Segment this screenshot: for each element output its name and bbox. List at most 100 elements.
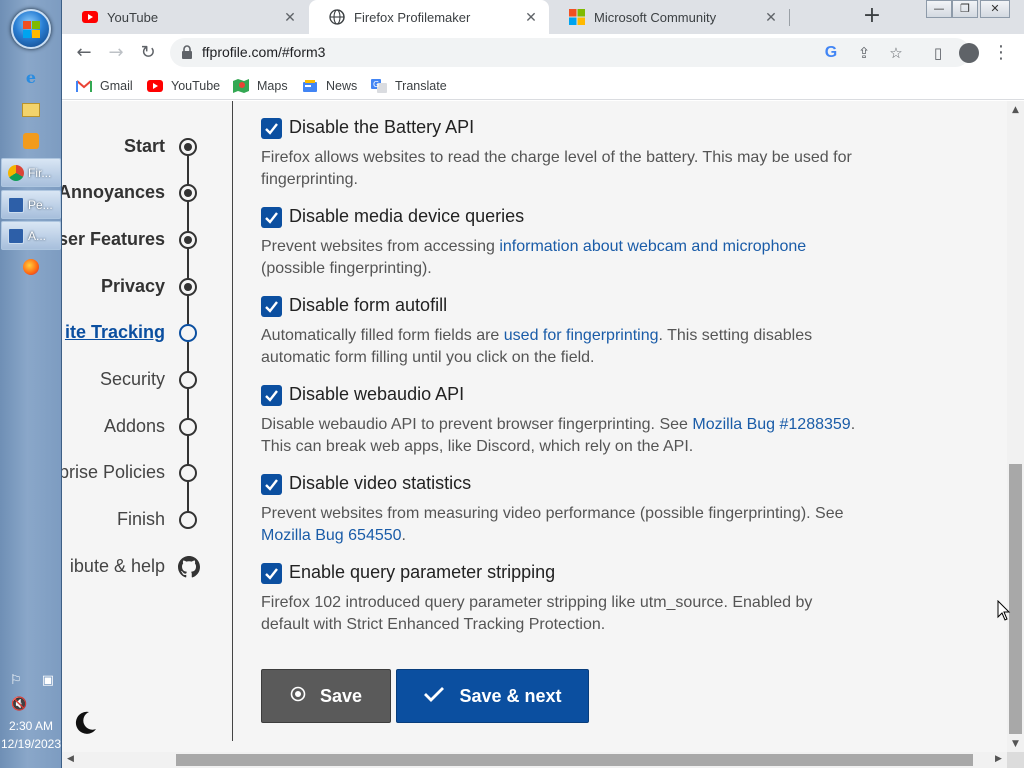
step-done-dot-icon — [179, 278, 197, 296]
save-and-next-button[interactable]: Save & next — [396, 669, 589, 723]
tab-microsoft-community[interactable]: Microsoft Community ✕ — [549, 0, 789, 34]
bookmark-maps[interactable]: Maps — [233, 76, 288, 96]
mozilla-bug-1288359-link[interactable]: Mozilla Bug #1288359 — [692, 416, 850, 433]
close-tab-icon[interactable]: ✕ — [282, 9, 298, 25]
step-todo-dot-icon — [179, 371, 197, 389]
option-description: Firefox 102 introduced query parameter s… — [261, 594, 813, 633]
checkbox-checked[interactable] — [261, 474, 282, 495]
bookmark-news[interactable]: News — [302, 76, 357, 96]
system-tray: ⚐ ▣ — [10, 673, 54, 691]
minimize-button[interactable]: — — [926, 0, 952, 18]
step-current-dot-icon — [179, 324, 197, 342]
bookmarks-bar: Gmail YouTube Maps News G Translate — [62, 72, 1024, 100]
step-browser-features[interactable]: ser Features — [62, 226, 233, 254]
scroll-down-arrow-icon[interactable]: ▼ — [1007, 739, 1024, 749]
internet-explorer-icon[interactable]: e — [18, 64, 44, 90]
dark-mode-moon-icon[interactable] — [72, 710, 98, 736]
option-title[interactable]: Enable query parameter stripping — [289, 562, 555, 583]
bookmark-translate[interactable]: G Translate — [371, 76, 447, 96]
clock-date[interactable]: 12/19/2023 — [0, 737, 62, 751]
address-bar[interactable]: ffprofile.com/#form3 G ⇪ ☆ — [170, 38, 970, 67]
firefox-icon[interactable] — [18, 254, 44, 280]
option-title[interactable]: Disable the Battery API — [289, 117, 474, 138]
start-button[interactable] — [11, 9, 51, 49]
step-done-dot-icon — [179, 138, 197, 156]
checkmark-icon — [265, 568, 278, 580]
url-text[interactable]: ffprofile.com/#form3 — [202, 44, 325, 60]
step-enterprise-policies[interactable]: prise Policies — [62, 459, 233, 487]
share-icon[interactable]: ⇪ — [854, 43, 874, 63]
close-window-button[interactable]: ✕ — [980, 0, 1010, 18]
checkmark-icon — [265, 479, 278, 491]
fingerprinting-link[interactable]: used for fingerprinting — [504, 327, 659, 344]
option-title[interactable]: Disable media device queries — [289, 206, 524, 227]
menu-kebab-icon[interactable]: ⋮ — [987, 39, 1015, 67]
vertical-scrollbar[interactable]: ▲ ▼ — [1007, 101, 1024, 752]
step-website-tracking[interactable]: ite Tracking — [62, 319, 233, 347]
webcam-microphone-info-link[interactable]: information about webcam and microphone — [499, 238, 806, 255]
scroll-right-arrow-icon[interactable]: ▶ — [990, 754, 1007, 764]
windows-taskbar: e Fir... Pe... A... ⚐ ▣ 🔇 2:30 AM 12/19/… — [0, 0, 62, 768]
checkbox-checked[interactable] — [261, 385, 282, 406]
step-start[interactable]: Start — [62, 133, 233, 161]
clock-time[interactable]: 2:30 AM — [0, 719, 62, 733]
new-tab-button[interactable]: + — [860, 5, 884, 29]
github-icon[interactable] — [178, 556, 200, 578]
close-tab-icon[interactable]: ✕ — [763, 9, 779, 25]
profile-avatar-icon[interactable] — [955, 39, 983, 67]
mozilla-bug-654550-link[interactable]: Mozilla Bug 654550 — [261, 527, 402, 544]
tab-title: Firefox Profilemaker — [354, 9, 471, 25]
firefox-icon — [329, 9, 345, 25]
volume-muted-icon[interactable]: 🔇 — [11, 697, 27, 712]
svg-text:G: G — [373, 80, 379, 89]
tab-firefox-profilemaker[interactable]: Firefox Profilemaker ✕ — [309, 0, 549, 34]
bookmark-youtube[interactable]: YouTube — [147, 76, 220, 96]
step-addons[interactable]: Addons — [62, 413, 233, 441]
google-lens-icon[interactable]: G — [821, 43, 841, 63]
step-todo-dot-icon — [179, 464, 197, 482]
option-description: Prevent websites from accessing informat… — [261, 238, 807, 277]
file-explorer-icon[interactable] — [18, 97, 44, 123]
horizontal-scrollbar[interactable]: ◀ ▶ — [62, 752, 1007, 768]
network-icon[interactable]: ▣ — [42, 673, 54, 691]
option-title[interactable]: Disable form autofill — [289, 295, 447, 316]
step-privacy[interactable]: Privacy — [62, 273, 233, 301]
tab-title: YouTube — [107, 9, 159, 25]
checkbox-checked[interactable] — [261, 207, 282, 228]
microsoft-icon — [569, 9, 585, 25]
tab-youtube[interactable]: YouTube ✕ — [62, 0, 308, 34]
option-title[interactable]: Disable video statistics — [289, 473, 471, 494]
bookmark-gmail[interactable]: Gmail — [76, 76, 133, 96]
scroll-left-arrow-icon[interactable]: ◀ — [62, 754, 79, 764]
option-description: Firefox allows websites to read the char… — [261, 149, 852, 188]
action-center-flag-icon[interactable]: ⚐ — [10, 673, 22, 691]
contribute-help-link[interactable]: ibute & help — [62, 553, 233, 581]
forward-arrow-icon[interactable]: → — [102, 39, 130, 67]
taskbar-item-window-2[interactable]: A... — [1, 221, 61, 250]
back-arrow-icon[interactable]: ← — [70, 39, 98, 67]
checkbox-checked[interactable] — [261, 563, 282, 584]
scroll-up-arrow-icon[interactable]: ▲ — [1007, 105, 1024, 115]
translate-icon: G — [371, 79, 387, 93]
step-security[interactable]: Security — [62, 366, 233, 394]
reload-icon[interactable]: ↻ — [134, 39, 162, 67]
taskbar-item-chrome[interactable]: Fir... — [1, 158, 61, 187]
step-annoyances[interactable]: Annoyances — [62, 179, 233, 207]
horizontal-scroll-thumb[interactable] — [176, 754, 973, 766]
windows-logo-icon — [23, 21, 41, 39]
vertical-scroll-thumb[interactable] — [1009, 464, 1022, 734]
option-title[interactable]: Disable webaudio API — [289, 384, 464, 405]
chrome-icon — [8, 164, 24, 181]
side-panel-icon[interactable]: ▯ — [924, 39, 952, 67]
close-tab-icon[interactable]: ✕ — [523, 9, 539, 25]
checkbox-checked[interactable] — [261, 118, 282, 139]
taskbar-item-window-1[interactable]: Pe... — [1, 190, 61, 219]
bookmark-star-icon[interactable]: ☆ — [886, 43, 906, 63]
lock-icon[interactable] — [181, 45, 193, 59]
step-done-dot-icon — [179, 231, 197, 249]
media-player-icon[interactable] — [18, 128, 44, 154]
save-button[interactable]: Save — [261, 669, 391, 723]
checkbox-checked[interactable] — [261, 296, 282, 317]
restore-button[interactable]: ❐ — [952, 0, 978, 18]
step-finish[interactable]: Finish — [62, 506, 233, 534]
